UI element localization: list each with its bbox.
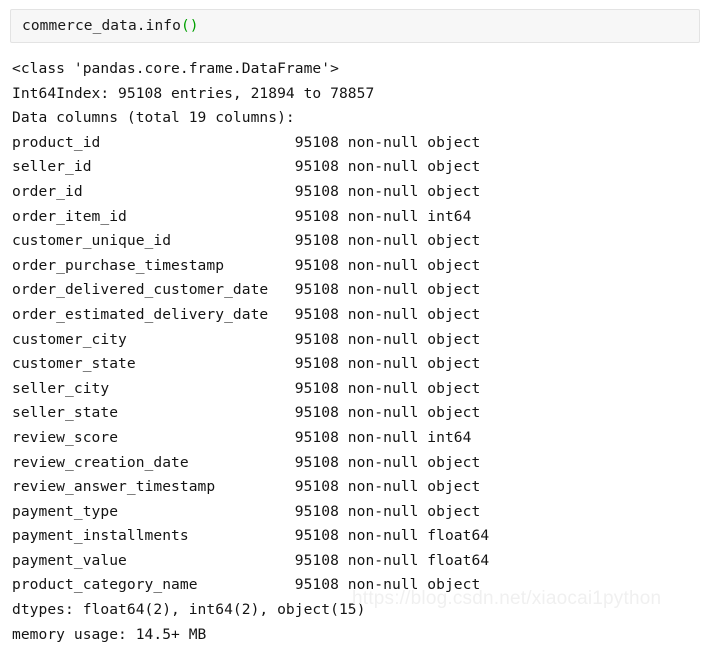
output-line-data-columns: Data columns (total 19 columns): bbox=[12, 109, 295, 127]
output-column-row: order_item_id 95108 non-null int64 bbox=[12, 207, 472, 225]
output-column-row: order_purchase_timestamp 95108 non-null … bbox=[12, 256, 481, 274]
output-column-row: review_answer_timestamp 95108 non-null o… bbox=[12, 478, 481, 496]
code-input-text: commerce_data.info() bbox=[22, 17, 199, 36]
output-column-row: customer_city 95108 non-null object bbox=[12, 330, 481, 348]
code-output-area: <class 'pandas.core.frame.DataFrame'> In… bbox=[12, 57, 710, 647]
code-input-cell[interactable]: commerce_data.info() bbox=[10, 9, 700, 43]
output-column-row: review_score 95108 non-null int64 bbox=[12, 428, 472, 446]
code-token-expression: commerce_data.info bbox=[22, 18, 181, 34]
output-line-class: <class 'pandas.core.frame.DataFrame'> bbox=[12, 60, 339, 77]
output-column-row: seller_city 95108 non-null object bbox=[12, 379, 481, 397]
output-column-row: product_id 95108 non-null object bbox=[12, 133, 481, 151]
output-column-row: customer_unique_id 95108 non-null object bbox=[12, 232, 481, 250]
watermark-text: https://blog.csdn.net/xiaocai1python bbox=[352, 588, 662, 609]
output-column-row: order_id 95108 non-null object bbox=[12, 182, 481, 200]
code-token-parentheses: () bbox=[180, 18, 199, 34]
output-line-index: Int64Index: 95108 entries, 21894 to 7885… bbox=[12, 84, 375, 102]
output-column-list: product_id 95108 non-null object seller_i… bbox=[12, 131, 710, 598]
output-column-row: customer_state 95108 non-null object bbox=[12, 355, 481, 373]
output-column-row: seller_id 95108 non-null object bbox=[12, 158, 481, 176]
notebook-cell: commerce_data.info() <class 'pandas.core… bbox=[0, 0, 710, 643]
output-column-row: order_estimated_delivery_date 95108 non-… bbox=[12, 305, 481, 323]
output-column-row: order_delivered_customer_date 95108 non-… bbox=[12, 281, 481, 299]
output-column-row: payment_installments 95108 non-null floa… bbox=[12, 527, 490, 545]
output-column-row: payment_value 95108 non-null float64 bbox=[12, 551, 490, 569]
output-column-row: payment_type 95108 non-null object bbox=[12, 502, 481, 520]
output-line-memory-usage: memory usage: 14.5+ MB bbox=[12, 625, 207, 643]
output-column-row: review_creation_date 95108 non-null obje… bbox=[12, 453, 481, 471]
output-column-row: seller_state 95108 non-null object bbox=[12, 404, 481, 422]
